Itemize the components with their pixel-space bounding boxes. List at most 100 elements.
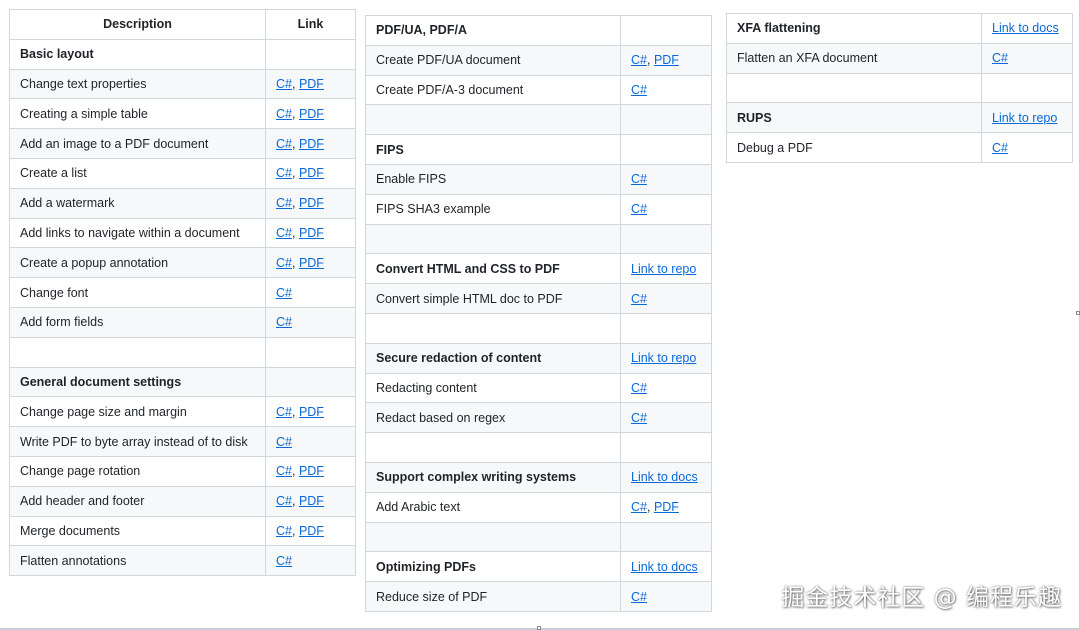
table-row: Redact based on regex C# <box>365 402 712 434</box>
csharp-link[interactable]: C# <box>276 435 292 449</box>
csharp-link[interactable]: C# <box>276 77 292 91</box>
example-description <box>726 72 982 104</box>
section-row: General document settings <box>9 366 356 398</box>
link-cell: Link to docs <box>620 461 712 493</box>
csharp-link[interactable]: C# <box>631 500 647 514</box>
resize-handle-bottom[interactable] <box>537 626 541 630</box>
csharp-link[interactable]: C# <box>276 494 292 508</box>
pdf-link[interactable]: PDF <box>299 226 324 240</box>
link-separator: , <box>291 76 299 91</box>
example-description <box>365 432 621 463</box>
pdf-link[interactable]: PDF <box>299 405 324 419</box>
csharp-link[interactable]: C# <box>631 411 647 425</box>
table-row: Change page rotation C#, PDF <box>9 455 356 487</box>
link-separator: , <box>291 523 299 538</box>
examples-table-left: Description Link Basic layout Change text… <box>9 9 356 577</box>
section-title: Basic layout <box>9 38 266 70</box>
csharp-link[interactable]: C# <box>276 405 292 419</box>
example-description: Redact based on regex <box>365 402 621 434</box>
section-title: Secure redaction of content <box>365 342 621 374</box>
link-cell: C# <box>265 545 356 577</box>
csharp-link[interactable]: C# <box>276 554 292 568</box>
csharp-link[interactable]: C# <box>276 196 292 210</box>
csharp-link[interactable]: C# <box>631 590 647 604</box>
csharp-link[interactable]: C# <box>992 51 1008 65</box>
table-row: Flatten an XFA document C# <box>726 42 1073 74</box>
resize-handle-right[interactable] <box>1076 311 1080 315</box>
pdf-link[interactable]: PDF <box>299 196 324 210</box>
link-cell: C#, PDF <box>620 491 712 523</box>
example-description: Write PDF to byte array instead of to di… <box>9 426 266 457</box>
example-description: Merge documents <box>9 515 266 547</box>
section-title: Support complex writing systems <box>365 461 621 493</box>
csharp-link[interactable]: C# <box>631 172 647 186</box>
link-separator: , <box>291 106 299 121</box>
pdf-link[interactable]: PDF <box>299 166 324 180</box>
link-cell <box>620 15 712 46</box>
docs-link[interactable]: Link to docs <box>992 21 1059 35</box>
csharp-link[interactable]: C# <box>631 83 647 97</box>
csharp-link[interactable]: C# <box>276 256 292 270</box>
table-row: Flatten annotations C# <box>9 545 356 577</box>
example-description: Add form fields <box>9 306 266 338</box>
csharp-link[interactable]: C# <box>631 202 647 216</box>
example-description <box>9 336 266 368</box>
pdf-link[interactable]: PDF <box>654 500 679 514</box>
example-description: Add Arabic text <box>365 491 621 523</box>
column-header-description: Description <box>9 9 266 40</box>
link-cell: Link to repo <box>981 102 1073 134</box>
table-row: Create PDF/A-3 document C# <box>365 74 712 106</box>
table-row: Create a popup annotation C#, PDF <box>9 247 356 279</box>
example-description: FIPS SHA3 example <box>365 193 621 225</box>
table-row: Change font C# <box>9 277 356 308</box>
example-description: Create PDF/UA document <box>365 44 621 76</box>
pdf-link[interactable]: PDF <box>654 53 679 67</box>
section-title: Optimizing PDFs <box>365 551 621 583</box>
csharp-link[interactable]: C# <box>276 315 292 329</box>
table-row: Merge documents C#, PDF <box>9 515 356 547</box>
link-cell: C#, PDF <box>265 98 356 130</box>
link-cell: C# <box>620 581 712 612</box>
repo-link[interactable]: Link to repo <box>631 262 696 276</box>
pdf-link[interactable]: PDF <box>299 494 324 508</box>
spacer-row <box>365 223 712 255</box>
table-row: Create a list C#, PDF <box>9 157 356 189</box>
csharp-link[interactable]: C# <box>631 53 647 67</box>
pdf-link[interactable]: PDF <box>299 107 324 121</box>
csharp-link[interactable]: C# <box>631 381 647 395</box>
spacer-row <box>726 72 1073 104</box>
csharp-link[interactable]: C# <box>276 107 292 121</box>
csharp-link[interactable]: C# <box>276 524 292 538</box>
pdf-link[interactable]: PDF <box>299 256 324 270</box>
pdf-link[interactable]: PDF <box>299 464 324 478</box>
section-row: Support complex writing systems Link to d… <box>365 461 712 493</box>
example-description: Flatten an XFA document <box>726 42 982 74</box>
csharp-link[interactable]: C# <box>276 286 292 300</box>
table-row: Enable FIPS C# <box>365 163 712 195</box>
link-separator: , <box>646 500 654 515</box>
example-description: Create a list <box>9 157 266 189</box>
csharp-link[interactable]: C# <box>992 141 1008 155</box>
link-cell <box>620 223 712 255</box>
repo-link[interactable]: Link to repo <box>992 111 1057 125</box>
link-cell: C#, PDF <box>265 128 356 159</box>
section-row: PDF/UA, PDF/A <box>365 15 712 46</box>
csharp-link[interactable]: C# <box>276 226 292 240</box>
csharp-link[interactable]: C# <box>276 166 292 180</box>
link-separator: , <box>291 255 299 270</box>
link-cell: C#, PDF <box>265 247 356 279</box>
pdf-link[interactable]: PDF <box>299 77 324 91</box>
link-cell <box>620 432 712 463</box>
link-separator: , <box>291 494 299 509</box>
csharp-link[interactable]: C# <box>276 137 292 151</box>
pdf-link[interactable]: PDF <box>299 137 324 151</box>
pdf-link[interactable]: PDF <box>299 524 324 538</box>
docs-link[interactable]: Link to docs <box>631 560 698 574</box>
link-cell <box>620 312 712 344</box>
csharp-link[interactable]: C# <box>631 292 647 306</box>
repo-link[interactable]: Link to repo <box>631 351 696 365</box>
csharp-link[interactable]: C# <box>276 464 292 478</box>
example-description: Creating a simple table <box>9 98 266 130</box>
docs-link[interactable]: Link to docs <box>631 470 698 484</box>
link-cell: C#, PDF <box>265 485 356 517</box>
